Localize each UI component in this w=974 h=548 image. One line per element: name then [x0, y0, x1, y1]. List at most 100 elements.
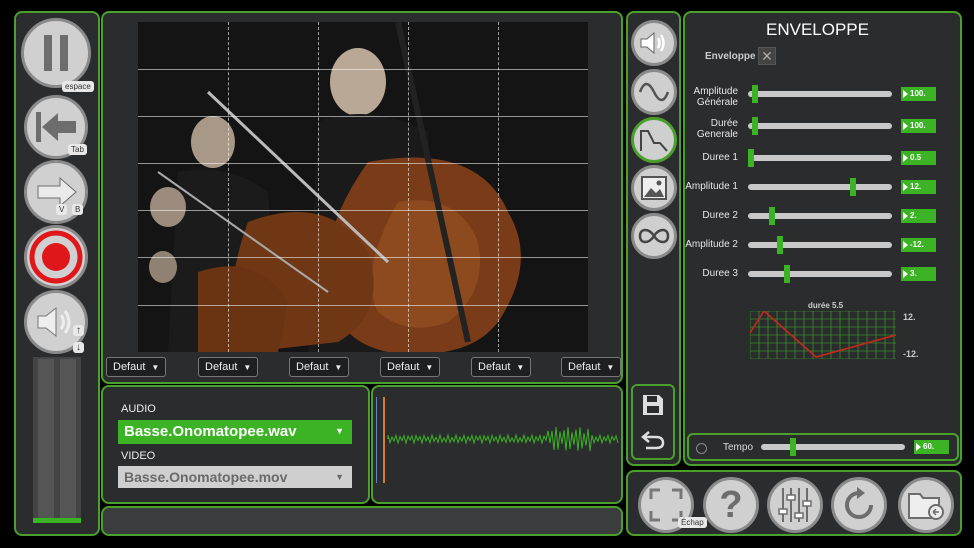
level-meter-fill	[33, 518, 81, 523]
param-slider-thumb-5[interactable]	[769, 207, 776, 225]
video-dropdown-3[interactable]: Defaut ▼	[289, 357, 350, 377]
chevron-down-icon: ▼	[334, 362, 343, 372]
pause-shortcut: espace	[62, 81, 94, 92]
refresh-icon	[845, 487, 873, 519]
param-value-7[interactable]: 3.	[901, 267, 936, 281]
folder-open-icon	[908, 493, 944, 520]
audio-file-value: Basse.Onomatopee.wav	[124, 423, 297, 440]
grid-vline	[228, 22, 229, 352]
video-dropdown-5[interactable]: Defaut ▼	[471, 357, 532, 377]
pause-icon	[44, 35, 68, 71]
tempo-label: Tempo	[723, 442, 754, 453]
envelope-graph	[749, 309, 897, 360]
mixer-button[interactable]	[767, 477, 823, 533]
grid-hline	[138, 210, 588, 211]
param-slider-thumb-1[interactable]	[752, 85, 759, 103]
video-dropdown-3-value: Defaut	[296, 361, 329, 373]
video-dropdown-2[interactable]: Defaut ▼	[198, 357, 259, 377]
param-value-6[interactable]: -12.	[901, 238, 936, 252]
save-button[interactable]	[640, 392, 666, 418]
record-button[interactable]	[24, 225, 88, 289]
param-value-3[interactable]: 0.5	[901, 151, 936, 165]
volume-up-shortcut[interactable]: ↑	[73, 325, 84, 336]
video-dropdown-6[interactable]: Defaut ▼	[561, 357, 622, 377]
envelope-graph-max: 12.	[903, 312, 916, 322]
param-slider-thumb-2[interactable]	[752, 117, 759, 135]
chevron-down-icon: ▼	[425, 362, 434, 372]
param-slider-thumb-4[interactable]	[850, 178, 857, 196]
arrow-left-bar-icon	[36, 112, 76, 142]
back-shortcut: Tab	[68, 144, 87, 155]
param-slider-1[interactable]	[748, 85, 892, 103]
param-label-7: Duree 3	[702, 268, 738, 279]
param-slider-thumb-6[interactable]	[776, 236, 783, 254]
record-icon	[29, 230, 83, 284]
audio-label: AUDIO	[121, 403, 156, 415]
video-dropdown-6-value: Defaut	[568, 361, 601, 373]
param-label-3: Duree 1	[702, 152, 738, 163]
question-icon: ?	[719, 483, 743, 526]
chevron-down-icon: ▼	[243, 362, 252, 372]
waveform-view[interactable]	[375, 395, 620, 485]
param-slider-4[interactable]	[748, 178, 892, 196]
param-slider-3[interactable]	[747, 149, 892, 167]
video-dropdown-5-value: Defaut	[478, 361, 511, 373]
level-meter	[33, 357, 81, 523]
video-dropdown-4[interactable]: Defaut ▼	[380, 357, 441, 377]
speaker-icon	[37, 306, 71, 338]
chevron-down-icon: ▼	[151, 362, 160, 372]
pause-button[interactable]	[21, 18, 91, 88]
video-dropdown-2-value: Defaut	[205, 361, 238, 373]
param-value-5[interactable]: 2.	[901, 209, 936, 223]
help-button[interactable]: ?	[703, 477, 759, 533]
grid-vline	[318, 22, 319, 352]
status-bar	[101, 506, 623, 536]
param-slider-5[interactable]	[748, 207, 892, 225]
save-icon	[643, 395, 663, 415]
forward-shortcut-v: V	[56, 204, 68, 215]
video-grid-overlay	[138, 22, 588, 352]
forward-shortcut-b: B	[72, 204, 84, 215]
video-dropdown-4-value: Defaut	[387, 361, 420, 373]
param-label-1: Amplitude Générale	[693, 86, 738, 108]
envelope-graph-title: durée 5.5	[808, 301, 844, 310]
level-meter-left	[38, 359, 54, 519]
undo-button[interactable]	[640, 426, 666, 452]
param-slider-thumb-7[interactable]	[783, 265, 790, 283]
param-value-2[interactable]: 100.	[901, 119, 936, 133]
level-meter-right	[60, 359, 76, 519]
audio-waveform	[375, 397, 619, 483]
param-slider-2[interactable]	[748, 117, 892, 135]
tempo-radio[interactable]	[696, 443, 707, 454]
tempo-value[interactable]: 60.	[914, 440, 949, 454]
mixer-icon	[778, 488, 812, 522]
param-slider-6[interactable]	[748, 236, 892, 254]
video-label: VIDEO	[121, 450, 156, 462]
param-slider-7[interactable]	[748, 265, 892, 283]
video-dropdown-1[interactable]: Defaut ▼	[106, 357, 167, 377]
close-icon: ✕	[761, 48, 773, 64]
param-value-4[interactable]: 12.	[901, 180, 936, 194]
grid-hline	[138, 257, 588, 258]
param-slider-thumb-3[interactable]	[747, 149, 754, 167]
effect-volume-button[interactable]	[631, 20, 677, 66]
fullscreen-shortcut: Échap	[678, 517, 707, 528]
speaker-icon	[640, 31, 665, 55]
envelope-toggle[interactable]: ✕	[758, 47, 776, 65]
tempo-slider-thumb[interactable]	[789, 438, 796, 456]
grid-hline	[138, 69, 588, 70]
chevron-down-icon: ▼	[516, 362, 525, 372]
reset-button[interactable]	[831, 477, 887, 533]
param-value-1[interactable]: 100.	[901, 87, 936, 101]
envelope-curve	[749, 309, 897, 358]
video-file-select[interactable]: Basse.Onomatopee.mov ▼	[118, 466, 352, 488]
grid-hline	[138, 305, 588, 306]
chevron-down-icon: ▼	[606, 362, 615, 372]
video-file-value: Basse.Onomatopee.mov	[124, 469, 288, 485]
grid-vline	[408, 22, 409, 352]
tempo-slider[interactable]	[761, 438, 905, 456]
audio-file-select[interactable]: Basse.Onomatopee.wav ▼	[118, 420, 352, 444]
volume-down-shortcut[interactable]: ↓	[73, 342, 84, 353]
grid-hline	[138, 163, 588, 164]
open-folder-button[interactable]	[898, 477, 954, 533]
